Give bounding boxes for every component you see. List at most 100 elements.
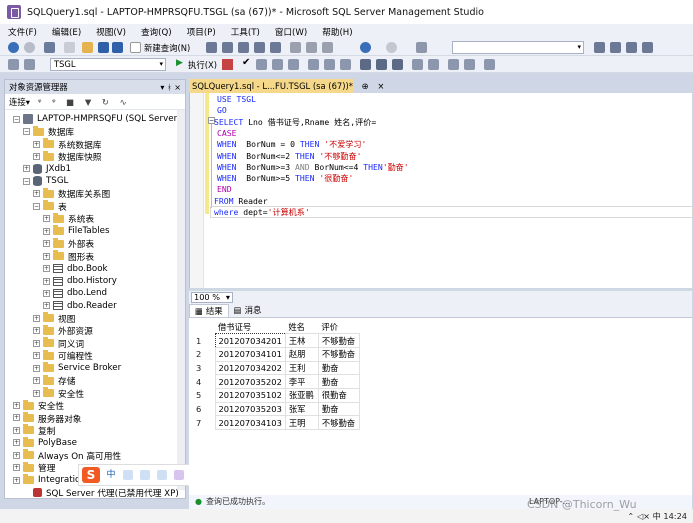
tree-node[interactable]: + PolyBase <box>13 436 77 449</box>
collapse-icon[interactable]: − <box>33 202 40 210</box>
table-row[interactable]: 6 201207035203 张军 勤奋 <box>193 401 360 417</box>
table-row[interactable]: 1 201207034201 王林 不够勤奋 <box>193 333 360 348</box>
row-number[interactable]: 6 <box>193 402 215 416</box>
copy-icon[interactable] <box>306 42 317 53</box>
zoom-dropdown-icon[interactable]: ▾ <box>226 293 230 302</box>
solution-config-icon[interactable] <box>416 42 427 53</box>
tree-node[interactable]: + dbo.Reader <box>43 300 117 312</box>
tab-sqlquery1[interactable]: SQLQuery1.sql - L...FU.TSGL (sa (67))* ⊕… <box>189 79 384 93</box>
tree-node[interactable]: + dbo.Book <box>43 262 108 274</box>
row-number[interactable]: 2 <box>193 347 215 361</box>
table-cell[interactable]: 勤奋 <box>317 360 360 376</box>
table-cell[interactable]: 201207034202 <box>214 360 286 376</box>
keyboard-icon[interactable] <box>157 470 167 480</box>
table-row[interactable]: 2 201207034101 赵朋 不够勤奋 <box>193 346 360 362</box>
expand-icon[interactable]: + <box>13 451 20 459</box>
menu-help[interactable]: 帮助(H) <box>322 26 352 38</box>
add-item-icon[interactable] <box>64 42 75 53</box>
save-all-icon[interactable] <box>112 42 123 53</box>
expand-icon[interactable]: + <box>43 277 50 285</box>
expand-icon[interactable]: + <box>23 165 30 173</box>
menu-edit[interactable]: 编辑(E) <box>52 26 81 38</box>
table-cell[interactable]: 201207034201 <box>214 333 286 348</box>
connect-dropdown-icon[interactable]: ▾ <box>26 97 30 107</box>
connect-button[interactable]: 连接 <box>9 96 26 108</box>
table-row[interactable]: 3 201207034202 王利 勤奋 <box>193 360 360 376</box>
increase-indent-icon[interactable] <box>464 59 475 70</box>
row-number[interactable]: 1 <box>193 334 215 348</box>
undo-icon[interactable] <box>360 42 371 53</box>
tree-node[interactable]: + 视图 <box>33 312 75 325</box>
tree-node[interactable]: + 系统表 <box>43 212 94 225</box>
table-cell[interactable]: 不够勤奋 <box>317 346 360 362</box>
row-number[interactable]: 7 <box>193 416 215 430</box>
table-row[interactable]: 5 201207035102 张亚鹏 很勤奋 <box>193 387 360 403</box>
tree-node[interactable]: + 安全性 <box>13 399 64 412</box>
collapse-icon[interactable]: − <box>13 115 20 123</box>
new-query-button[interactable]: 新建查询(N) <box>144 42 190 54</box>
tree-node[interactable]: + FileTables <box>43 225 110 237</box>
tree-node[interactable]: + 存储 <box>33 374 75 387</box>
tree-node[interactable]: + 服务器对象 <box>13 411 81 425</box>
tree-node[interactable]: − 数据库 <box>23 125 74 138</box>
ime-chinese-mode[interactable]: 中 <box>106 470 116 480</box>
tree-node[interactable]: − LAPTOP-HMPRSQFU (SQL Server <box>13 113 177 125</box>
table-cell[interactable]: 勤奋 <box>317 374 360 389</box>
execute-button[interactable]: 执行(X) <box>188 59 217 71</box>
collapse-icon[interactable]: − <box>23 128 30 136</box>
table-cell[interactable]: 张亚鹏 <box>284 387 319 403</box>
panel-pin-icon[interactable]: ▾ ᚼ × <box>160 83 181 92</box>
comment-icon[interactable] <box>412 59 423 70</box>
expand-icon[interactable]: + <box>33 339 40 347</box>
table-cell[interactable]: 201207034101 <box>214 346 286 362</box>
table-cell[interactable]: 不够勤奋 <box>317 415 360 430</box>
table-cell[interactable]: 赵朋 <box>284 346 319 362</box>
table-row[interactable]: 4 201207035202 李平 勤奋 <box>193 374 360 389</box>
expand-icon[interactable]: + <box>43 265 50 273</box>
wrench-icon[interactable] <box>610 42 621 53</box>
tab-results[interactable]: ▦ 结果 <box>189 304 229 317</box>
table-cell[interactable]: 王利 <box>284 360 319 376</box>
expand-icon[interactable]: + <box>13 402 20 410</box>
redo-icon[interactable] <box>386 42 397 53</box>
live-stats-icon[interactable] <box>324 59 335 70</box>
menu-window[interactable]: 窗口(W) <box>275 26 307 38</box>
uncomment-icon[interactable] <box>428 59 439 70</box>
row-number[interactable]: 3 <box>193 361 215 375</box>
specify-values-icon[interactable] <box>484 59 495 70</box>
tree-node[interactable]: + 管理 <box>13 461 55 474</box>
tree-node[interactable]: + 同义词 <box>33 337 84 350</box>
clock[interactable]: 14:24 <box>663 511 687 521</box>
table-cell[interactable]: 很勤奋 <box>317 387 360 403</box>
skin-icon[interactable] <box>174 470 184 480</box>
tree-node[interactable]: + dbo.Lend <box>43 287 107 299</box>
back-icon[interactable] <box>8 42 19 53</box>
new-query-icon[interactable] <box>130 42 141 53</box>
expand-icon[interactable]: + <box>33 140 40 148</box>
intellisense-icon[interactable] <box>288 59 299 70</box>
tree-node[interactable]: + dbo.History <box>43 275 117 287</box>
table-cell[interactable]: 201207035203 <box>214 401 286 417</box>
tree-node[interactable]: + 外部表 <box>43 237 94 250</box>
menu-project[interactable]: 项目(P) <box>187 26 216 38</box>
save-icon[interactable] <box>98 42 109 53</box>
query-xmla-icon[interactable] <box>254 42 265 53</box>
expand-icon[interactable]: + <box>33 377 40 385</box>
ime-tray-indicator[interactable]: 中 <box>653 511 661 521</box>
properties-icon[interactable] <box>594 42 605 53</box>
expand-icon[interactable]: + <box>43 302 50 310</box>
tree-node[interactable]: − 表 <box>33 200 67 213</box>
client-stats-icon[interactable] <box>340 59 351 70</box>
cut-icon[interactable] <box>290 42 301 53</box>
tree-node[interactable]: − TSGL <box>23 175 68 187</box>
tree-node[interactable]: + 外部资源 <box>33 324 93 337</box>
window-layout-icon[interactable] <box>642 42 653 53</box>
tree-node[interactable]: + 数据库关系图 <box>33 187 110 200</box>
chevron-up-icon[interactable]: ⌃ <box>627 511 636 521</box>
table-cell[interactable]: 不够勤奋 <box>317 333 360 348</box>
change-connection-icon[interactable] <box>24 59 35 70</box>
toolbox-icon[interactable] <box>626 42 637 53</box>
row-number[interactable]: 5 <box>193 388 215 402</box>
tree-node[interactable]: + 数据库快照 <box>33 150 101 163</box>
tree-node[interactable]: + 可编程性 <box>33 349 93 362</box>
